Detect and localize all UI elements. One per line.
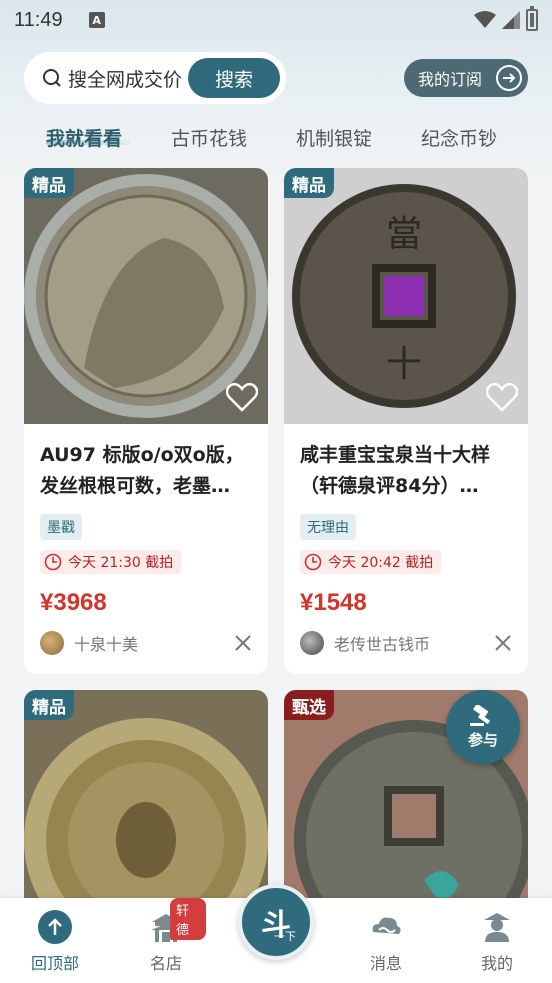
product-price: ¥3968 <box>40 589 107 616</box>
subscription-label: 我的订阅 <box>418 70 483 89</box>
tab-ancient-coins[interactable]: 古币花钱 <box>171 124 247 151</box>
svg-text:當: 當 <box>386 214 422 255</box>
my-subscription-button[interactable]: 我的订阅 <box>404 59 528 97</box>
tab-machine-silver[interactable]: 机制银锭 <box>296 124 372 151</box>
clock-icon <box>44 553 62 571</box>
person-hat-icon <box>484 913 510 942</box>
favorite-heart-icon[interactable] <box>226 382 258 412</box>
clock-icon <box>304 553 322 571</box>
tab-commemorative[interactable]: 纪念币钞 <box>421 124 497 151</box>
join-auction-button[interactable]: 参与 <box>446 690 520 764</box>
status-time: 11:49 <box>14 8 63 31</box>
quality-badge: 精品 <box>284 168 334 198</box>
nav-profile[interactable]: 我的 <box>457 910 537 974</box>
nav-famous-shops[interactable]: 轩德 名店 <box>126 898 206 974</box>
shop-badge: 轩德 <box>170 898 206 940</box>
product-tag: 墨戳 <box>40 514 82 540</box>
nav-label: 我的 <box>480 954 513 973</box>
center-small-text: 一下 <box>274 930 296 943</box>
active-tab-indicator <box>46 140 130 145</box>
product-title[interactable]: AU97 标版o/o双o版，发丝根根可数，老墨… <box>40 440 254 502</box>
auction-time-text: 今天 21:30 截拍 <box>68 555 174 571</box>
battery-icon <box>526 6 538 31</box>
seller-avatar[interactable] <box>300 631 324 655</box>
seller-avatar[interactable] <box>40 631 64 655</box>
search-input[interactable]: 搜全网成交价 <box>68 65 182 92</box>
close-icon[interactable] <box>494 634 512 652</box>
signal-icon <box>502 11 520 29</box>
auction-time: 今天 20:42 截拍 <box>300 550 442 574</box>
product-title[interactable]: 咸丰重宝宝泉当十大样（轩德泉评84分）… <box>300 440 514 502</box>
nav-label: 消息 <box>369 954 402 973</box>
gavel-icon <box>470 704 491 726</box>
product-image[interactable]: 精品 <box>24 168 268 424</box>
auction-time: 今天 21:30 截拍 <box>40 550 182 574</box>
seller-name[interactable]: 十泉十美 <box>74 631 138 655</box>
close-icon[interactable] <box>234 634 252 652</box>
nav-label: 名店 <box>149 954 182 973</box>
nav-label: 回顶部 <box>30 954 79 973</box>
product-price: ¥1548 <box>300 589 367 616</box>
search-icon <box>43 69 61 87</box>
nav-messages[interactable]: 消息 <box>346 910 426 974</box>
cloud-message-icon <box>372 917 401 934</box>
product-tag: 无理由 <box>300 514 356 540</box>
join-label: 参与 <box>467 730 498 749</box>
category-tabs: 我就看看 古币花钱 机制银锭 纪念币钞 <box>0 118 552 158</box>
notification-a-icon: A <box>88 12 105 28</box>
nav-back-to-top[interactable]: 回顶部 <box>15 910 95 974</box>
seller-row: 十泉十美 <box>40 631 252 655</box>
status-bar: 11:49 A <box>0 0 552 40</box>
svg-text:十: 十 <box>386 344 422 385</box>
arrow-up-icon <box>38 910 72 944</box>
quality-badge: 精品 <box>24 168 74 198</box>
product-card[interactable]: 當 十 精品 咸丰重宝宝泉当十大样（轩德泉评84分）… 无理由 今天 20:42… <box>284 168 528 674</box>
center-dou-button[interactable]: 斗 一下 <box>238 884 314 960</box>
product-image[interactable]: 當 十 精品 <box>284 168 528 424</box>
product-card[interactable]: 精品 AU97 标版o/o双o版，发丝根根可数，老墨… 墨戳 今天 21:30 … <box>24 168 268 674</box>
search-button[interactable]: 搜索 <box>188 58 280 98</box>
quality-badge: 精品 <box>24 690 74 720</box>
auction-time-text: 今天 20:42 截拍 <box>328 555 434 571</box>
tab-just-look[interactable]: 我就看看 <box>46 124 122 151</box>
search-box[interactable]: 搜全网成交价 搜索 <box>24 52 286 104</box>
wifi-icon <box>474 11 496 28</box>
seller-row: 老传世古钱币 <box>300 631 512 655</box>
seller-name[interactable]: 老传世古钱币 <box>334 631 430 655</box>
favorite-heart-icon[interactable] <box>486 382 518 412</box>
selection-badge: 甄选 <box>284 690 334 720</box>
arrow-right-icon <box>496 65 522 91</box>
